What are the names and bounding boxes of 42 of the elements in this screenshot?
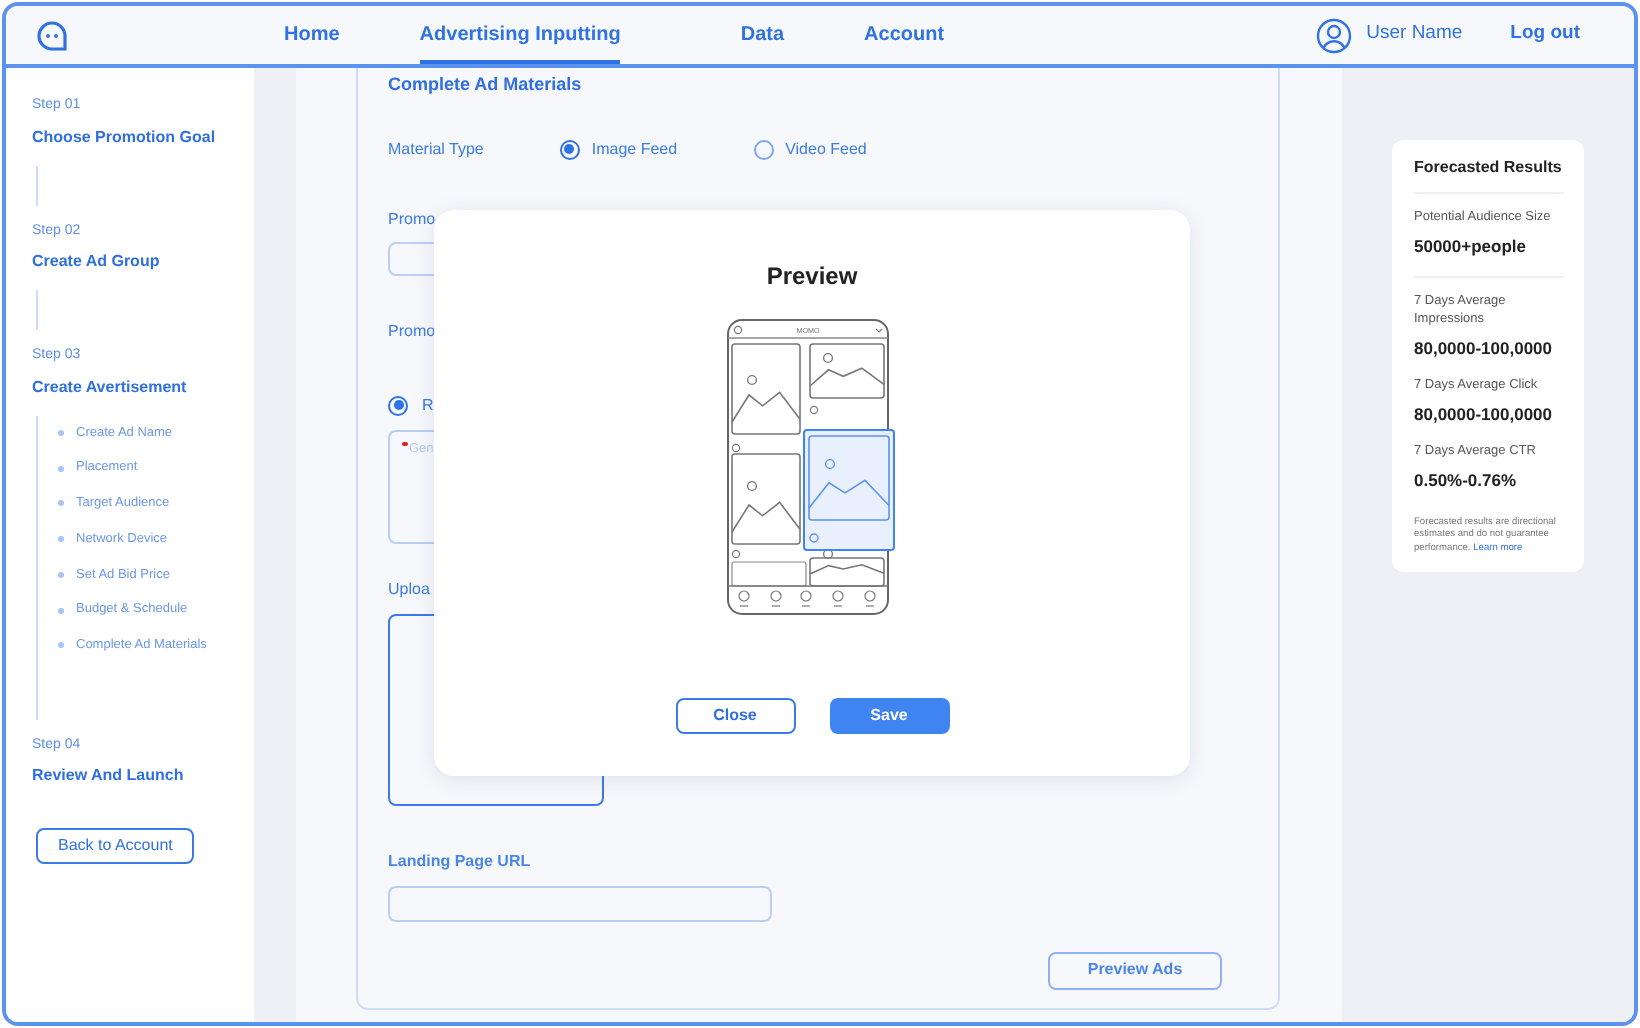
metric-value: 80,0000-100,0000: [1414, 336, 1555, 362]
bullet-icon: [58, 642, 64, 649]
radio-label[interactable]: Video Feed: [785, 137, 867, 161]
user-name[interactable]: User Name: [1366, 20, 1463, 50]
nav-tab[interactable]: Data: [740, 7, 785, 63]
step-title[interactable]: Create Ad Group: [32, 250, 254, 274]
step-title[interactable]: Review And Launch: [32, 764, 254, 789]
url-field[interactable]: [388, 885, 772, 921]
back-to-account-button[interactable]: Back to Account: [36, 828, 195, 865]
user-icon[interactable]: [1316, 17, 1353, 53]
dialog-button[interactable]: Close: [675, 698, 795, 734]
nav-tab[interactable]: Home: [284, 7, 340, 63]
bullet-icon: [58, 607, 64, 614]
field-label: Promo: [388, 207, 436, 231]
radio-label[interactable]: R: [422, 393, 434, 417]
metric-value: 80,0000-100,0000: [1414, 402, 1555, 428]
metric-value: 0.50%-0.76%: [1414, 468, 1519, 495]
bullet-icon: [58, 571, 64, 578]
step-title[interactable]: Create Avertisement: [32, 375, 254, 399]
section-title: Complete Ad Materials: [388, 72, 584, 98]
radio-button[interactable]: [753, 139, 774, 159]
chat-logo-icon[interactable]: [36, 19, 68, 51]
bullet-icon: [58, 429, 64, 436]
bullet-icon: [58, 536, 64, 543]
preview-ads-button[interactable]: Preview Ads: [1048, 951, 1222, 989]
radio-button[interactable]: [388, 395, 408, 415]
dialog-title: Preview: [766, 260, 858, 294]
field-label: Landing Page URL: [388, 849, 531, 873]
bullet-icon: [58, 500, 64, 507]
field-label: Material Type: [388, 137, 484, 161]
field-label: Uploa: [388, 577, 430, 601]
nav-tab[interactable]: Advertising Inputting: [419, 7, 621, 63]
logout-link[interactable]: Log out: [1510, 7, 1580, 63]
bullet-icon: [58, 465, 64, 472]
nav-tab[interactable]: Account: [864, 7, 945, 63]
step-title[interactable]: Choose Promotion Goal: [32, 125, 254, 149]
radio-label[interactable]: Image Feed: [591, 137, 678, 161]
metric-value: 50000+people: [1414, 234, 1528, 261]
card-title: Forecasted Results: [1414, 156, 1564, 194]
radio-button[interactable]: [559, 139, 580, 159]
field-label: Promo: [388, 319, 436, 343]
dialog-button[interactable]: Save: [829, 698, 949, 734]
